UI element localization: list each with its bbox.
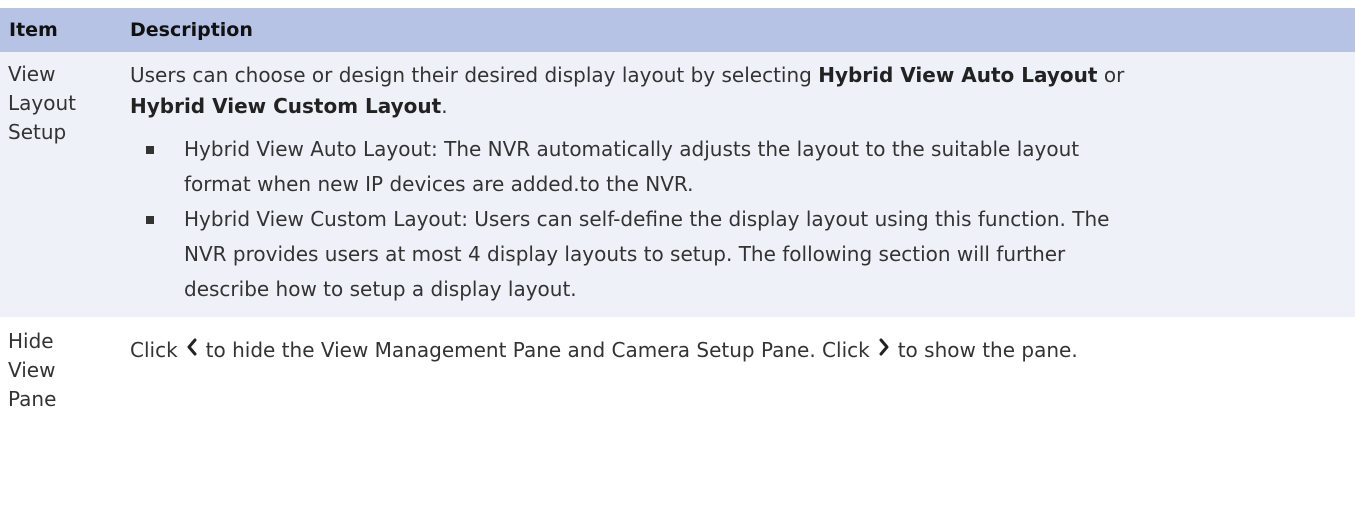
intro-text: .: [441, 94, 448, 118]
table-row: View Layout Setup Users can choose or de…: [0, 52, 1355, 317]
item-cell: Hide View Pane: [0, 317, 130, 414]
description-table: Item Description View Layout Setup Users…: [0, 8, 1355, 414]
table-header-row: Item Description: [0, 8, 1355, 52]
item-label-line: Pane: [8, 387, 57, 411]
bullet-text-line: describe how to setup a display layout.: [184, 277, 577, 301]
intro-text: Users can choose or design their desired…: [130, 63, 819, 87]
item-label-line: Layout: [8, 91, 76, 115]
description-cell: Users can choose or design their desired…: [130, 52, 1355, 317]
header-description: Description: [130, 8, 1355, 52]
item-label-line: Setup: [8, 120, 67, 144]
bullet-text-line: format when new IP devices are added.to …: [184, 172, 694, 196]
body-text: to show the pane.: [897, 338, 1078, 362]
body-text: to hide the View Management Pane and Cam…: [205, 338, 870, 362]
item-label-line: View: [8, 358, 56, 382]
bold-term: Hybrid View Custom Layout: [130, 94, 442, 118]
chevron-right-icon: [878, 334, 890, 365]
intro-line: Hybrid View Custom Layout.: [130, 91, 1355, 122]
description-cell: Click to hide the View Management Pane an…: [130, 317, 1355, 414]
body-text: Click: [130, 338, 178, 362]
square-bullet-icon: [146, 146, 154, 154]
table-row: Hide View Pane Click to hide the View Man…: [0, 317, 1355, 414]
list-item: Hybrid View Custom Layout: Users can sel…: [130, 202, 1355, 307]
item-cell: View Layout Setup: [0, 52, 130, 317]
chevron-left-icon: [186, 334, 198, 365]
bold-term: Hybrid View Auto Layout: [818, 63, 1098, 87]
bullet-list: Hybrid View Auto Layout: The NVR automat…: [130, 132, 1355, 307]
intro-line: Users can choose or design their desired…: [130, 60, 1355, 91]
square-bullet-icon: [146, 216, 154, 224]
item-label-line: View: [8, 62, 56, 86]
hide-pane-line: Click to hide the View Management Pane an…: [130, 335, 1355, 367]
bullet-text-line: NVR provides users at most 4 display lay…: [184, 242, 1066, 266]
bullet-text-line: Hybrid View Custom Layout: Users can sel…: [184, 207, 1110, 231]
item-label-line: Hide: [8, 329, 54, 353]
list-item: Hybrid View Auto Layout: The NVR automat…: [130, 132, 1355, 202]
intro-text: or: [1097, 63, 1125, 87]
header-item: Item: [0, 8, 130, 52]
bullet-text-line: Hybrid View Auto Layout: The NVR automat…: [184, 137, 1080, 161]
